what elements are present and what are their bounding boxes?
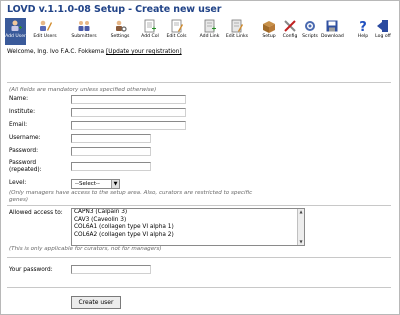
toolbar-settings[interactable]: Settings [108, 18, 132, 45]
add-column-icon [143, 19, 157, 33]
scripts-icon [303, 19, 317, 33]
email-label: Email: [9, 122, 28, 128]
scroll-down-icon[interactable]: ▼ [298, 239, 304, 245]
allowed-access-label: Allowed access to: [9, 210, 63, 216]
settings-icon [113, 19, 127, 33]
toolbar-label: Setup [262, 34, 276, 39]
toolbar-edit-cols[interactable]: Edit Cols [164, 18, 189, 45]
divider [7, 287, 391, 288]
password-repeated-label: Password [9, 160, 37, 166]
list-item[interactable]: CAV3 (Caveolin 3) [72, 217, 304, 225]
level-label: Level: [9, 180, 27, 186]
toolbar-label: Download [321, 34, 344, 39]
setup-icon [262, 19, 276, 33]
header: LOVD v.1.1.0-08 Setup - Create new user [7, 4, 395, 17]
toolbar: Add User Edit Users Submitters Settings … [1, 18, 400, 45]
toolbar-label: Edit Users [33, 34, 57, 39]
config-icon [283, 19, 297, 33]
edit-links-icon [230, 19, 244, 33]
password-field[interactable] [71, 147, 151, 156]
institute-label: Institute: [9, 109, 36, 115]
managers-note-2: genes) [9, 197, 29, 203]
scrollbar[interactable]: ▲ ▼ [297, 209, 304, 245]
level-select[interactable]: --Select-- ▼ [71, 179, 120, 189]
email-field[interactable] [71, 121, 186, 130]
password-repeated-field[interactable] [71, 162, 151, 171]
list-item[interactable]: COL6A2 (collagen type VI alpha 2) [72, 232, 304, 240]
toolbar-label: Scripts [302, 34, 318, 39]
toolbar-label: Settings [110, 34, 130, 39]
edit-users-icon [38, 19, 52, 33]
divider [7, 205, 391, 206]
password-repeated-label-2: (repeated): [9, 167, 42, 173]
toolbar-label: Submitters [71, 34, 97, 39]
toolbar-edit-users[interactable]: Edit Users [32, 18, 58, 45]
toolbar-label: Add Col [141, 34, 159, 39]
toolbar-label: Edit Cols [166, 34, 187, 39]
toolbar-config[interactable]: Config [281, 18, 299, 45]
chevron-down-icon: ▼ [111, 180, 119, 188]
add-link-icon [203, 19, 217, 33]
log-off-icon [376, 19, 390, 33]
download-icon [325, 19, 339, 33]
scroll-up-icon[interactable]: ▲ [298, 209, 304, 215]
toolbar-label: Config [282, 34, 298, 39]
toolbar-scripts[interactable]: Scripts [301, 18, 319, 45]
toolbar-help[interactable]: ? Help [356, 18, 370, 45]
mandatory-note: (All fields are mandatory unless specifi… [9, 87, 157, 93]
list-item[interactable]: COL6A1 (collagen type VI alpha 1) [72, 224, 304, 232]
divider [7, 82, 391, 83]
name-label: Name: [9, 96, 29, 102]
toolbar-add-link[interactable]: Add Link [198, 18, 221, 45]
welcome-line: Welcome, Ing. Ivo F.A.C. Fokkema [Update… [7, 49, 182, 55]
toolbar-add-user[interactable]: Add User [5, 18, 26, 45]
your-password-field[interactable] [71, 265, 151, 274]
edit-columns-icon [170, 19, 184, 33]
your-password-label: Your password: [9, 267, 53, 273]
username-field[interactable] [71, 134, 151, 143]
toolbar-edit-links[interactable]: Edit Links [223, 18, 251, 45]
create-user-button[interactable]: Create user [71, 296, 121, 309]
password-label: Password: [9, 148, 39, 154]
toolbar-label: Help [357, 34, 369, 39]
toolbar-label: Edit Links [225, 34, 249, 39]
help-icon: ? [356, 19, 370, 35]
toolbar-label: Log off [375, 34, 391, 39]
username-label: Username: [9, 135, 41, 141]
svg-text:?: ? [359, 20, 367, 33]
list-item[interactable]: CAPN3 (Calpain 3) [72, 209, 304, 217]
managers-note: (Only managers have access to the setup … [9, 190, 253, 196]
toolbar-submitters[interactable]: Submitters [69, 18, 99, 45]
add-user-icon [9, 19, 23, 33]
welcome-text: Welcome, Ing. Ivo F.A.C. Fokkema [7, 49, 106, 55]
toolbar-download[interactable]: Download [321, 18, 344, 45]
toolbar-label: Add Link [199, 34, 220, 39]
curators-note: (This is only applicable for curators, n… [9, 246, 162, 252]
toolbar-add-col[interactable]: Add Col [138, 18, 162, 45]
update-registration-link[interactable]: [Update your registration] [106, 49, 182, 55]
submitters-icon [77, 19, 91, 33]
toolbar-label: Add User [5, 34, 26, 39]
toolbar-setup[interactable]: Setup [260, 18, 278, 45]
level-select-value: --Select-- [75, 181, 100, 187]
institute-field[interactable] [71, 108, 186, 117]
divider [7, 257, 391, 258]
allowed-access-listbox[interactable]: CAPN3 (Calpain 3) CAV3 (Caveolin 3) COL6… [71, 208, 305, 246]
window-frame: LOVD v.1.1.0-08 Setup - Create new user … [0, 0, 400, 315]
name-field[interactable] [71, 95, 186, 104]
toolbar-log-off[interactable]: Log off [374, 18, 392, 45]
page-title: LOVD v.1.1.0-08 Setup - Create new user [7, 4, 222, 15]
